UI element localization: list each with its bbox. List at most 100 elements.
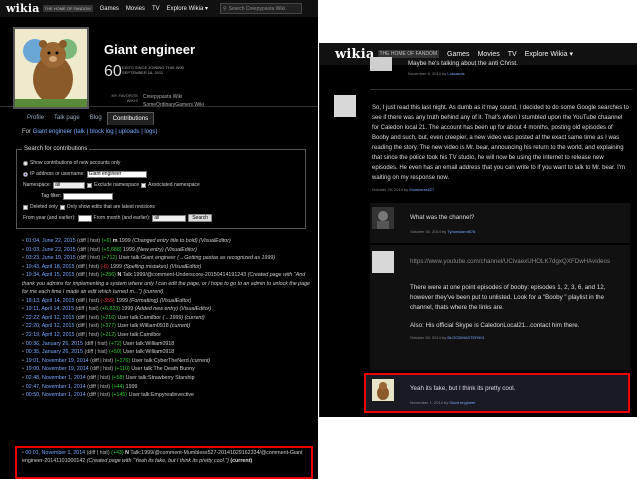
namespace-select[interactable]: all <box>53 181 86 189</box>
label-year: From year (and earlier): <box>23 215 76 221</box>
contrib-page[interactable]: 1999 <box>119 238 131 244</box>
comment-author[interactable]: Mumbless527 <box>409 187 434 192</box>
contrib-diff[interactable]: (diff | hist) <box>76 315 99 321</box>
contrib-page[interactable]: User talk:Camilbor <box>117 315 161 321</box>
contrib-page[interactable]: User talk:William0918 <box>123 341 174 347</box>
contrib-date[interactable]: 19:11, April 14, 2015 <box>26 306 74 312</box>
year-input[interactable] <box>77 214 92 222</box>
contrib-page[interactable]: User talk:William0918 <box>117 323 168 329</box>
contrib-date[interactable]: 19:43, April 18, 2015 <box>26 264 75 270</box>
comment-author[interactable]: Tyrionslanni678 <box>447 229 475 234</box>
search-button[interactable]: Search <box>188 214 213 222</box>
contrib-page[interactable]: 1999 <box>110 264 122 270</box>
tag-filter-input[interactable] <box>63 192 114 200</box>
contrib-date[interactable]: 19:00, November 19, 2014 <box>26 366 89 372</box>
contrib-diff[interactable]: (diff | hist) <box>84 349 107 355</box>
nav-tv[interactable]: TV <box>152 6 160 12</box>
contrib-diff[interactable]: (diff | hist) <box>77 255 100 261</box>
contrib-diff[interactable]: (diff | hist) <box>90 358 113 364</box>
contrib-page[interactable]: User talk:CyberTheNerd <box>132 358 189 364</box>
nav-games[interactable]: Games <box>100 6 119 12</box>
contrib-date[interactable]: 22:20, April 12, 2015 <box>26 323 75 329</box>
contrib-page[interactable]: User talk:Strawberry Starship <box>126 375 195 381</box>
nav-movies[interactable]: Movies <box>126 6 145 12</box>
wikia-logo[interactable]: wikia <box>6 2 40 15</box>
contrib-date[interactable]: 00:36, January 26, 2015 <box>26 341 83 347</box>
nav-tv[interactable]: TV <box>508 51 517 58</box>
contrib-page[interactable]: User talk:Giant engineer <box>119 255 176 261</box>
contrib-diff[interactable]: (diff | hist) <box>87 392 110 398</box>
contrib-page[interactable]: User talk:William0918 <box>123 349 174 355</box>
contrib-date[interactable]: 02:47, November 1, 2014 <box>26 384 86 390</box>
contrib-diff[interactable]: (diff | hist) <box>87 384 110 390</box>
radio-new-accounts[interactable] <box>23 160 28 166</box>
contrib-diff[interactable]: (diff | hist) <box>90 366 113 372</box>
checkbox-deleted-only[interactable] <box>23 204 28 210</box>
comment-link[interactable]: https://www.youtube.com/channel/UCivaexU… <box>410 257 629 267</box>
nav-explore[interactable]: Explore Wikia ▾ <box>167 5 208 12</box>
contrib-diff[interactable]: (diff | hist) <box>76 332 99 338</box>
contrib-date[interactable]: 19:34, April 15, 2015 <box>26 272 75 278</box>
contrib-diff[interactable]: (diff | hist) <box>76 272 99 278</box>
contrib-page[interactable]: User talk:Camilbor <box>117 332 161 338</box>
comment-author[interactable]: Giant engineer <box>449 400 475 405</box>
tab-profile[interactable]: Profile <box>22 112 49 125</box>
contrib-delta: (+44) <box>111 383 125 390</box>
contrib-delta: (+176) <box>114 357 131 364</box>
fav-wiki-item[interactable]: Creepypasta Wiki <box>143 93 204 101</box>
contrib-delta: (+50) <box>109 349 122 356</box>
contrib-page[interactable]: User talk:Empyrealinvective <box>129 392 194 398</box>
username-input[interactable]: Giant engineer <box>86 170 147 178</box>
contrib-page[interactable]: 1999 <box>123 247 135 253</box>
nav-movies[interactable]: Movies <box>478 51 500 58</box>
tab-contributions[interactable]: Contributions <box>106 112 155 125</box>
contrib-date[interactable]: 22:19, April 12, 2015 <box>26 332 75 338</box>
contrib-page[interactable]: 1999 <box>121 306 133 312</box>
contrib-delta: (+43) <box>111 450 124 456</box>
contrib-diff[interactable]: (diff | hist) <box>76 298 99 304</box>
contrib-diff[interactable]: (diff | hist) <box>76 264 99 270</box>
contrib-date[interactable]: 02:48, November 1, 2014 <box>26 375 86 381</box>
checkbox-exclude-namespace[interactable] <box>87 182 93 188</box>
month-select[interactable]: all <box>152 214 187 222</box>
comment-author[interactable]: BLOODMASTER901 <box>447 335 484 340</box>
checkbox-associated-namespace[interactable] <box>141 182 147 188</box>
contrib-date[interactable]: 01:04, June 22, 2015 <box>26 238 76 244</box>
search-input[interactable]: ⚲ Search Creepypasta Wiki <box>219 3 302 14</box>
contrib-user-links[interactable]: (talk | block log | uploads | logs) <box>74 129 158 135</box>
contrib-date[interactable]: 03:23, June 19, 2015 <box>26 255 76 261</box>
contrib-diff[interactable]: (diff | hist) <box>84 341 107 347</box>
comment-meta: October 29, 2014 by Mumbless527 <box>372 185 629 195</box>
nav-games[interactable]: Games <box>447 51 470 58</box>
contrib-date[interactable]: 00:35, January 26, 2015 <box>26 349 83 355</box>
contrib-date[interactable]: 22:22, April 12, 2015 <box>26 315 75 321</box>
contrib-page[interactable]: 1999 <box>126 384 138 390</box>
tab-talk-page[interactable]: Talk page <box>49 112 85 125</box>
contrib-date[interactable]: 19:01, November 19, 2014 <box>26 358 89 364</box>
contrib-date[interactable]: 00:50, November 1, 2014 <box>26 392 86 398</box>
contrib-diff[interactable]: (diff | hist) <box>76 306 99 312</box>
contrib-diff[interactable]: (diff | hist) <box>77 238 100 244</box>
contrib-user-link[interactable]: Giant engineer <box>33 129 72 135</box>
contrib-page[interactable]: User talk:The Death Bunny <box>131 366 195 372</box>
contrib-diff[interactable]: (diff | hist) <box>87 375 110 381</box>
fav-wiki-item[interactable]: SomeOrdinaryGamers Wiki <box>143 101 204 109</box>
comment-author[interactable]: Lossands <box>447 71 464 76</box>
contrib-delta: (+5,688) <box>101 246 122 253</box>
contrib-delta: (+256) <box>100 272 116 279</box>
comment-date: October 30, 2014 by <box>410 229 447 234</box>
wikia-logo[interactable]: wikia <box>335 47 375 62</box>
contrib-page[interactable]: 1999 <box>116 298 128 304</box>
nav-explore[interactable]: Explore Wikia ▾ <box>525 50 573 58</box>
contrib-diff[interactable]: (diff | hist) <box>77 247 100 253</box>
contrib-date[interactable]: 18:13, April 14, 2015 <box>26 298 75 304</box>
checkbox-latest-only[interactable] <box>59 204 65 210</box>
contrib-date[interactable]: 00:01, November 1, 2014 <box>25 450 85 456</box>
radio-ip-username[interactable] <box>23 171 28 177</box>
comment-date: November 6, 2014 by <box>408 71 447 76</box>
contrib-diff[interactable]: (diff | hist) <box>87 450 110 456</box>
contrib-date[interactable]: 01:03, June 22, 2015 <box>26 247 76 253</box>
contrib-page[interactable]: Talk:1999/@comment-Underscore-2015041419… <box>123 272 246 278</box>
contrib-diff[interactable]: (diff | hist) <box>76 323 99 329</box>
tab-blog[interactable]: Blog <box>85 112 107 125</box>
